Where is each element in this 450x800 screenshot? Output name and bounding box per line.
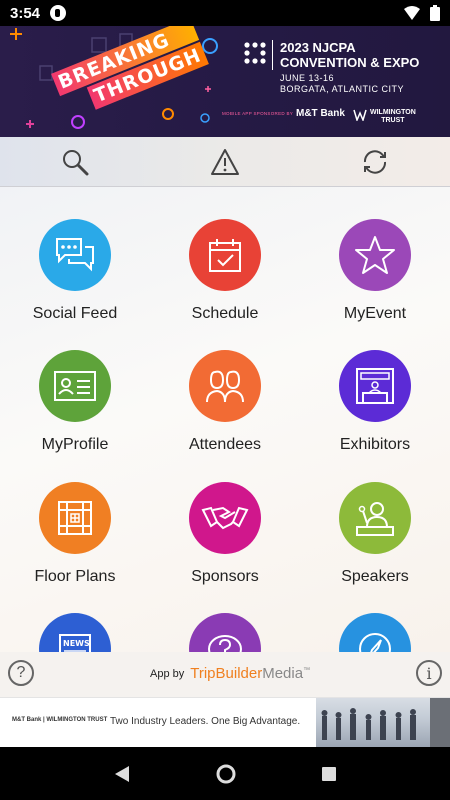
back-icon[interactable] (113, 765, 131, 783)
tile-label: MyProfile (41, 436, 109, 453)
tripbuilder-logo: TripBuilderMedia™ (190, 665, 310, 682)
battery-icon (430, 5, 440, 21)
credit-prefix: App by (150, 667, 185, 680)
floor-plan-icon (58, 501, 92, 535)
sync-button[interactable] (300, 137, 450, 186)
speaker-podium-icon (356, 502, 394, 536)
credit-brand-b: Media (262, 665, 304, 682)
banner-title-line2: CONVENTION & EXPO (280, 55, 420, 70)
search-button[interactable] (0, 137, 150, 186)
banner-location: BORGATA, ATLANTIC CITY (280, 84, 405, 94)
tile-schedule[interactable]: Schedule (150, 219, 300, 323)
app-footer: ? App by TripBuilderMedia™ i (0, 652, 450, 697)
tile-label: MyEvent (343, 305, 407, 322)
recents-icon[interactable] (321, 766, 337, 782)
sponsors-circle (189, 482, 261, 554)
info-icon[interactable]: i (416, 660, 442, 686)
tile-social-feed[interactable]: Social Feed (0, 219, 150, 323)
credit-brand-a: TripBuilder (190, 665, 263, 682)
calendar-check-icon (209, 239, 241, 272)
tile-sponsors[interactable]: Sponsors (150, 482, 300, 586)
mt-bank-logo: M&T Bank (296, 108, 345, 119)
notification-icon (50, 5, 67, 21)
tile-label: Schedule (191, 305, 259, 322)
banner-sponsor-text: MOBILE APP SPONSORED BY (222, 111, 294, 116)
tile-floor-plans[interactable]: Floor Plans (0, 482, 150, 586)
handshake-icon (201, 506, 249, 530)
toolbar (0, 137, 450, 187)
banner-divider (272, 40, 273, 70)
floor-plans-circle (39, 482, 111, 554)
banner-date: JUNE 13-16 (280, 73, 335, 83)
wilmington-line2: TRUST (381, 117, 405, 124)
chat-bubbles-icon (56, 238, 94, 272)
tile-label: Speakers (341, 568, 409, 585)
ad-banner[interactable]: M&T Bank | WILMINGTON TRUST Two Industry… (0, 697, 450, 748)
app-body: Social Feed Schedule MyEvent MyProfile A… (0, 137, 450, 697)
tile-myevent[interactable]: MyEvent (300, 219, 450, 323)
schedule-circle (189, 219, 261, 291)
tile-label: Exhibitors (339, 436, 411, 453)
tile-myprofile[interactable]: MyProfile (0, 350, 150, 454)
ad-image (316, 698, 430, 748)
alert-icon (211, 148, 239, 175)
banner-details: JUNE 13-16 BORGATA, ATLANTIC CITY (280, 73, 404, 95)
speakers-circle (339, 482, 411, 554)
status-bar: 3:54 (0, 0, 450, 26)
attendees-circle (189, 350, 261, 422)
ad-logos: M&T Bank | WILMINGTON TRUST (12, 717, 108, 723)
wilmington-trust-logo: WILMINGTON TRUST (370, 109, 416, 125)
tile-label: Floor Plans (34, 568, 116, 585)
id-card-icon (54, 371, 96, 401)
wifi-icon (404, 6, 420, 20)
tile-label: Attendees (188, 436, 262, 453)
njcpa-logo-icon (244, 42, 266, 64)
ad-text: Two Industry Leaders. One Big Advantage. (110, 716, 301, 727)
people-icon (206, 370, 244, 403)
credit-tm: ™ (303, 667, 311, 674)
banner-title-line1: 2023 NJCPA (280, 40, 356, 55)
tile-label: Social Feed (32, 305, 118, 322)
exhibitors-circle (339, 350, 411, 422)
ad-crowd-image (321, 708, 416, 740)
home-icon[interactable] (216, 764, 236, 784)
social-feed-circle (39, 219, 111, 291)
wilmington-line1: WILMINGTON (370, 109, 416, 116)
svg-text:NEWS: NEWS (63, 639, 90, 648)
event-banner[interactable]: BREAKING THROUGH 2023 NJCPA CONVENTION &… (0, 26, 450, 137)
sync-icon (363, 149, 387, 174)
ad-edge (430, 698, 450, 748)
status-time: 3:54 (10, 4, 41, 22)
booth-icon (356, 368, 394, 404)
wilmington-trust-logo-icon (353, 109, 367, 121)
tile-speakers[interactable]: Speakers (300, 482, 450, 586)
myevent-circle (339, 219, 411, 291)
myprofile-circle (39, 350, 111, 422)
help-icon[interactable]: ? (8, 660, 34, 686)
tile-label: Sponsors (191, 568, 259, 585)
tile-attendees[interactable]: Attendees (150, 350, 300, 454)
tile-exhibitors[interactable]: Exhibitors (300, 350, 450, 454)
banner-title: 2023 NJCPA CONVENTION & EXPO (280, 40, 419, 70)
star-icon (355, 236, 395, 274)
alerts-button[interactable] (150, 137, 300, 186)
app-credit[interactable]: App by TripBuilderMedia™ (150, 665, 310, 682)
search-icon (63, 149, 89, 175)
system-nav-bar (0, 747, 450, 800)
